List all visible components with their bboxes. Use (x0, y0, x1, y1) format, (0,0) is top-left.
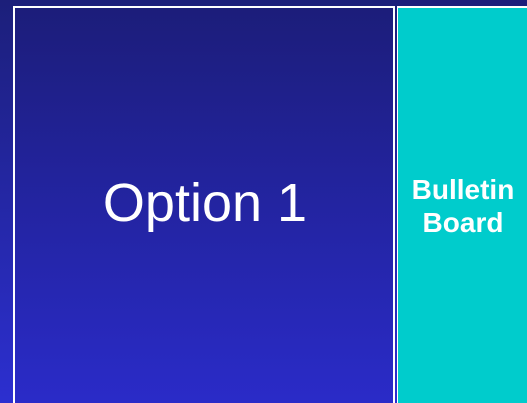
slide-canvas: Option 1 Bulletin Board (0, 0, 527, 403)
bulletin-board-label: Bulletin Board (398, 173, 527, 239)
bulletin-label-line-1: Bulletin (411, 174, 515, 205)
option-1-label: Option 1 (102, 172, 308, 233)
option-1-panel[interactable]: Option 1 (13, 6, 395, 403)
bulletin-board-panel[interactable]: Bulletin Board (397, 6, 527, 403)
bulletin-label-line-2: Board (422, 207, 504, 238)
